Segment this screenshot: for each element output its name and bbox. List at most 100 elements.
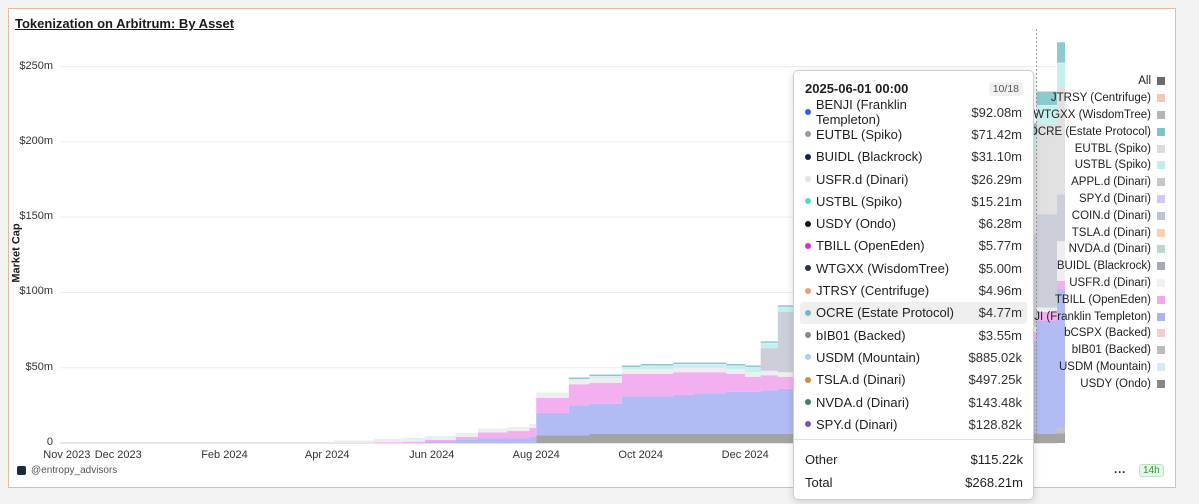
series-dot-icon bbox=[805, 220, 811, 227]
legend-swatch bbox=[1157, 161, 1165, 170]
legend-label: NVDA.d (Dinari) bbox=[1068, 243, 1151, 256]
tooltip-row-name: WTGXX (WisdomTree) bbox=[805, 261, 949, 276]
legend-swatch bbox=[1157, 127, 1165, 136]
tooltip-row-label: SPY.d (Dinari) bbox=[816, 416, 898, 432]
entropy-logo-icon bbox=[17, 466, 26, 475]
tooltip-other-value: $115.22k bbox=[970, 452, 1023, 467]
tooltip-row: USDM (Mountain) $885.02k bbox=[800, 346, 1027, 368]
legend-swatch bbox=[1157, 262, 1165, 271]
tooltip-row-label: JTRSY (Centrifuge) bbox=[816, 283, 930, 299]
legend-swatch bbox=[1157, 194, 1165, 203]
tooltip-page-indicator[interactable]: 10/18 bbox=[988, 81, 1023, 96]
tooltip-row-value: $3.55m bbox=[978, 327, 1022, 343]
tooltip-row-value: $497.25k bbox=[968, 372, 1023, 388]
legend-label: WTGXX (WisdomTree) bbox=[1033, 108, 1151, 121]
legend-swatch bbox=[1157, 362, 1165, 371]
y-tick-label: $100m bbox=[19, 285, 53, 298]
tooltip-row-name: USDM (Mountain) bbox=[805, 350, 920, 365]
y-tick-label: $150m bbox=[19, 210, 53, 223]
legend-swatch bbox=[1157, 77, 1165, 86]
legend-swatch bbox=[1157, 346, 1165, 355]
series-dot-icon bbox=[805, 332, 811, 339]
tooltip-row: BUIDL (Blackrock) $31.10m bbox=[800, 146, 1027, 168]
tooltip-row-value: $128.82k bbox=[968, 416, 1023, 432]
tooltip-row-name: SPY.d (Dinari) bbox=[805, 417, 897, 432]
legend-swatch bbox=[1157, 144, 1165, 153]
tooltip-other-label: Other bbox=[805, 452, 838, 467]
watermark-text: @entropy_advisors bbox=[31, 465, 118, 476]
series-dot-icon bbox=[805, 354, 811, 361]
series-dot-icon bbox=[805, 176, 811, 183]
tooltip-row-value: $5.77m bbox=[978, 238, 1022, 254]
legend-swatch bbox=[1157, 228, 1165, 237]
tooltip-row: WTGXX (WisdomTree) $5.00m bbox=[800, 257, 1027, 279]
tooltip-row-label: USDM (Mountain) bbox=[816, 349, 921, 365]
tooltip-row: USFR.d (Dinari) $26.29m bbox=[800, 168, 1027, 190]
tooltip-row: BENJI (Franklin Templeton) $92.08m bbox=[800, 97, 1027, 127]
series-dot-icon bbox=[805, 131, 811, 138]
series-dot-icon bbox=[805, 198, 811, 205]
series-dot-icon bbox=[805, 242, 811, 249]
tooltip-row-label: BENJI (Franklin Templeton) bbox=[815, 97, 907, 128]
x-tick-label: Jun 2024 bbox=[409, 449, 455, 461]
tooltip-row: TSLA.d (Dinari) $497.25k bbox=[800, 369, 1027, 391]
tooltip-row-name: NVDA.d (Dinari) bbox=[805, 395, 909, 410]
legend-swatch bbox=[1157, 295, 1165, 304]
tooltip-row-label: BUIDL (Blackrock) bbox=[816, 149, 923, 165]
legend-label: USTBL (Spiko) bbox=[1074, 159, 1151, 172]
x-tick-label: Nov 2023 bbox=[43, 449, 91, 461]
legend-label: SPY.d (Dinari) bbox=[1078, 192, 1151, 205]
legend-label: EUTBL (Spiko) bbox=[1074, 142, 1151, 155]
tooltip-row-name: TBILL (OpenEden) bbox=[805, 238, 925, 253]
tooltip-row: SPY.d (Dinari) $128.82k bbox=[800, 413, 1027, 435]
legend-swatch bbox=[1157, 94, 1165, 103]
tooltip-row-label: OCRE (Estate Protocol) bbox=[816, 305, 954, 321]
legend-label: bCSPX (Backed) bbox=[1064, 327, 1151, 340]
x-tick-label: Dec 2024 bbox=[721, 449, 769, 461]
refresh-badge: 14h bbox=[1139, 464, 1164, 477]
tooltip-date: 2025-06-01 00:00 bbox=[805, 81, 909, 96]
x-tick-label: Oct 2024 bbox=[618, 449, 664, 461]
tooltip-row: USTBL (Spiko) $15.21m bbox=[800, 190, 1027, 212]
legend-label: COIN.d (Dinari) bbox=[1071, 209, 1151, 222]
series-dot-icon bbox=[805, 287, 811, 294]
x-tick-label: Feb 2024 bbox=[201, 449, 248, 461]
tooltip-other-row: Other $115.22k bbox=[805, 452, 1023, 467]
more-options-button[interactable]: ··· bbox=[1114, 465, 1126, 479]
tooltip-row-name: USTBL (Spiko) bbox=[805, 194, 902, 209]
tooltip-row-value: $92.08m bbox=[971, 104, 1022, 120]
legend-label: BUIDL (Blackrock) bbox=[1056, 260, 1151, 273]
series-dot-icon bbox=[805, 153, 811, 160]
legend-swatch bbox=[1157, 245, 1165, 254]
tooltip-row-name: bIB01 (Backed) bbox=[805, 328, 906, 343]
watermark: @entropy_advisors bbox=[17, 465, 117, 476]
tooltip-row-value: $6.28m bbox=[978, 216, 1022, 232]
tooltip-row-label: WTGXX (WisdomTree) bbox=[816, 260, 950, 276]
tooltip-row-name: BUIDL (Blackrock) bbox=[805, 149, 922, 164]
legend-swatch bbox=[1157, 110, 1165, 119]
tooltip-total-label: Total bbox=[805, 475, 833, 490]
tooltip-row-label: TSLA.d (Dinari) bbox=[816, 372, 906, 388]
series-dot-icon bbox=[805, 376, 811, 383]
tooltip-row-label: USFR.d (Dinari) bbox=[816, 171, 909, 187]
legend-label: APPL.d (Dinari) bbox=[1071, 176, 1151, 189]
tooltip-row-label: NVDA.d (Dinari) bbox=[816, 394, 910, 410]
y-tick-label: $250m bbox=[19, 59, 53, 72]
series-dot-icon bbox=[805, 265, 811, 272]
tooltip-row-value: $143.48k bbox=[968, 394, 1023, 410]
tooltip-row: JTRSY (Centrifuge) $4.96m bbox=[800, 279, 1027, 301]
legend-swatch bbox=[1157, 278, 1165, 287]
x-tick-label: Dec 2023 bbox=[94, 449, 142, 461]
series-dot-icon bbox=[805, 399, 811, 405]
tooltip-row-value: $31.10m bbox=[971, 149, 1022, 165]
tooltip-row-name: TSLA.d (Dinari) bbox=[805, 372, 906, 387]
tooltip-row-value: $885.02k bbox=[968, 349, 1023, 365]
series-dot-icon bbox=[805, 109, 811, 116]
tooltip-row-label: EUTBL (Spiko) bbox=[816, 126, 903, 142]
tooltip-row-value: $4.96m bbox=[978, 283, 1022, 299]
tooltip-row: bIB01 (Backed) $3.55m bbox=[800, 324, 1027, 346]
tooltip-row-value: $71.42m bbox=[971, 126, 1022, 142]
y-tick-label: $50m bbox=[25, 360, 53, 373]
tooltip-row: OCRE (Estate Protocol) $4.77m bbox=[800, 301, 1027, 324]
tooltip-row-value: $15.21m bbox=[971, 193, 1022, 209]
